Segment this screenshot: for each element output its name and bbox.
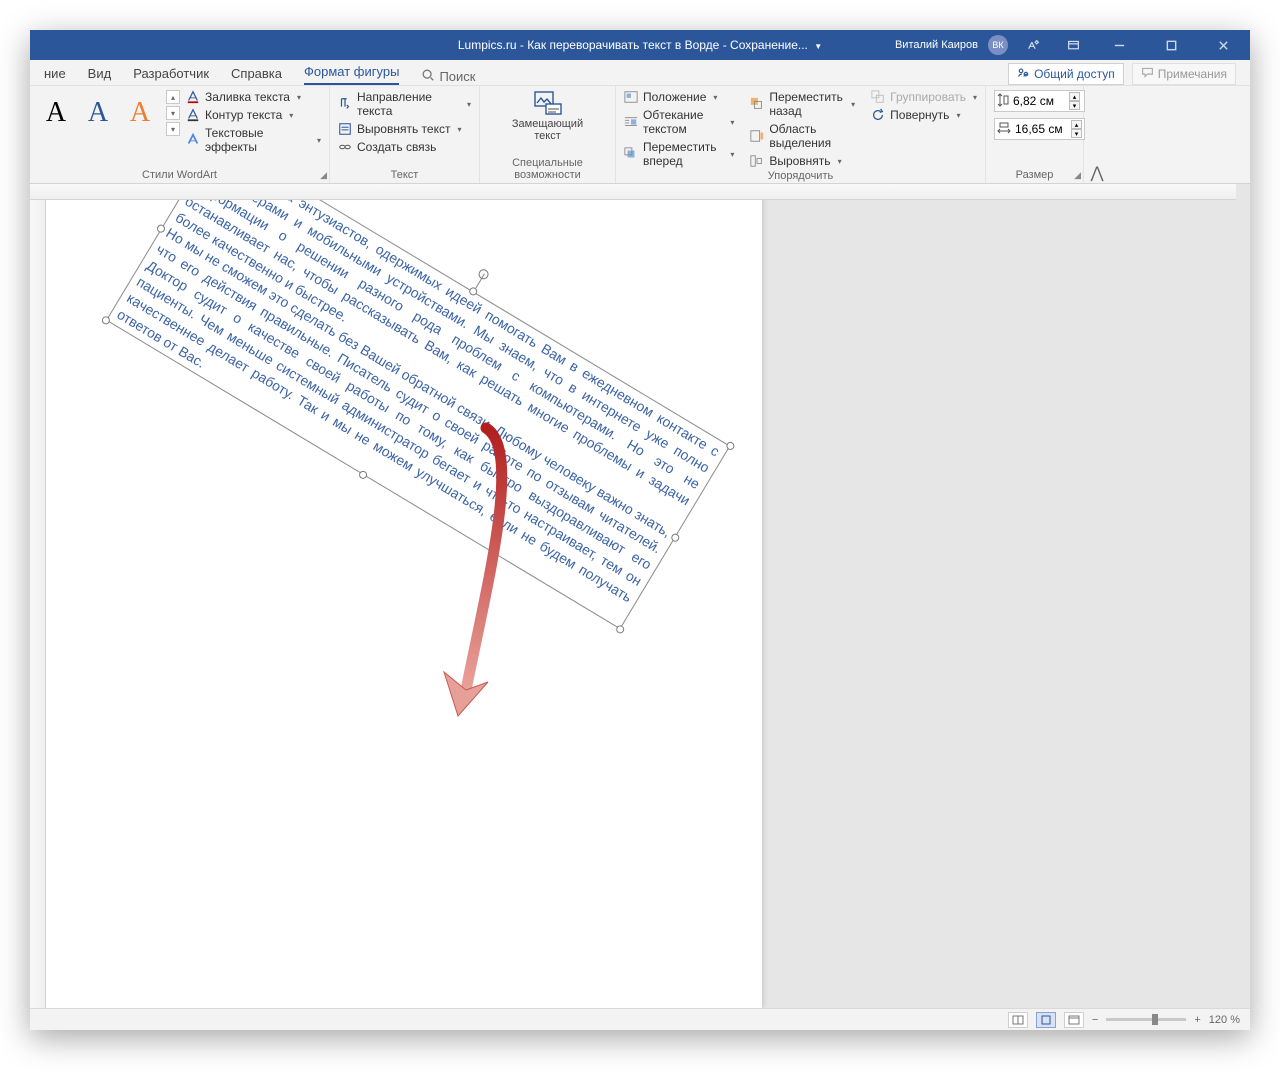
- tab-shape-format[interactable]: Формат фигуры: [304, 62, 399, 85]
- position-icon: [624, 90, 638, 104]
- ribbon-display-icon[interactable]: [1058, 30, 1088, 60]
- send-backward-button[interactable]: Переместить назад▾: [750, 90, 855, 118]
- resize-handle-b[interactable]: [358, 469, 369, 480]
- resize-handle-tr[interactable]: [725, 440, 736, 451]
- close-button[interactable]: [1202, 30, 1244, 60]
- text-outline-icon: [186, 108, 200, 122]
- resize-handle-br[interactable]: [615, 624, 626, 635]
- wrap-text-button[interactable]: Обтекание текстом▾: [624, 108, 734, 136]
- zoom-in-icon[interactable]: +: [1194, 1014, 1200, 1026]
- spin-down-icon[interactable]: ▾: [1071, 129, 1082, 138]
- selection-pane-button[interactable]: Область выделения: [750, 122, 855, 150]
- search-label[interactable]: Поиск: [439, 69, 475, 84]
- resize-handle-l[interactable]: [156, 223, 167, 234]
- group-icon: [871, 90, 885, 104]
- text-effects-icon: [186, 133, 200, 147]
- group-button: Группировать▾: [871, 90, 977, 104]
- bring-forward-icon: [624, 147, 638, 161]
- horizontal-ruler[interactable]: [30, 184, 1236, 200]
- zoom-slider[interactable]: [1106, 1018, 1186, 1021]
- alt-text-icon: [532, 90, 564, 116]
- gallery-more-icon[interactable]: ▾: [166, 122, 180, 136]
- simplify-ribbon-icon[interactable]: [1018, 30, 1048, 60]
- share-icon: [1017, 66, 1030, 82]
- wordart-preset-1[interactable]: A: [38, 91, 74, 135]
- resize-handle-bl[interactable]: [101, 315, 112, 326]
- wordart-dialog-launcher-icon[interactable]: ◢: [320, 170, 327, 181]
- avatar[interactable]: ВК: [988, 35, 1008, 55]
- zoom-level[interactable]: 120 %: [1209, 1014, 1240, 1026]
- spin-up-icon[interactable]: ▴: [1069, 92, 1080, 101]
- create-link-icon: [338, 140, 352, 154]
- print-layout-icon[interactable]: [1036, 1012, 1056, 1028]
- spin-up-icon[interactable]: ▴: [1071, 120, 1082, 129]
- text-fill-button[interactable]: Заливка текста▾: [186, 90, 321, 104]
- text-outline-button[interactable]: Контур текста▾: [186, 108, 321, 122]
- ribbon-tabs: ние Вид Разработчик Справка Формат фигур…: [30, 60, 1250, 86]
- accessibility-group-label: Специальные возможности: [488, 155, 607, 181]
- vertical-ruler[interactable]: [30, 200, 46, 1008]
- minimize-button[interactable]: [1098, 30, 1140, 60]
- align-text-button[interactable]: Выровнять текст▾: [338, 122, 471, 136]
- document-area[interactable]: Мы — группа энтузиастов, одержимых идеей…: [30, 184, 1250, 1008]
- rotate-icon: [871, 108, 885, 122]
- tab-help[interactable]: Справка: [231, 64, 282, 85]
- text-box[interactable]: Мы — группа энтузиастов, одержимых идеей…: [106, 200, 730, 629]
- create-link-button[interactable]: Создать связь: [338, 140, 471, 154]
- ribbon: A A A ▴ ▾ ▾ Заливка текста▾ Контур т: [30, 86, 1250, 184]
- user-name[interactable]: Виталий Каиров: [895, 39, 978, 51]
- comment-icon: [1141, 66, 1154, 82]
- send-backward-icon: [750, 97, 764, 111]
- size-dialog-launcher-icon[interactable]: ◢: [1074, 170, 1081, 181]
- align-icon: [750, 154, 764, 168]
- title-bar: Lumpics.ru - Как переворачивать текст в …: [30, 30, 1250, 60]
- read-mode-icon[interactable]: [1008, 1012, 1028, 1028]
- wordart-preset-3[interactable]: A: [122, 91, 158, 135]
- gallery-up-icon[interactable]: ▴: [166, 90, 180, 104]
- alt-text-button[interactable]: Замещающий текст: [503, 90, 593, 142]
- shape-height-input[interactable]: ▴▾: [994, 90, 1085, 112]
- gallery-down-icon[interactable]: ▾: [166, 106, 180, 120]
- position-button[interactable]: Положение▾: [624, 90, 734, 104]
- status-bar: − + 120 %: [30, 1008, 1250, 1030]
- share-button[interactable]: Общий доступ: [1008, 63, 1124, 85]
- wrap-text-icon: [624, 115, 638, 129]
- tab-view[interactable]: Вид: [88, 64, 112, 85]
- text-direction-button[interactable]: Направление текста▾: [338, 90, 471, 118]
- wordart-group-label: Стили WordArt: [38, 167, 321, 181]
- wordart-preset-2[interactable]: A: [80, 91, 116, 135]
- shape-width-input[interactable]: ▴▾: [994, 118, 1085, 140]
- page[interactable]: Мы — группа энтузиастов, одержимых идеей…: [46, 200, 762, 1008]
- web-layout-icon[interactable]: [1064, 1012, 1084, 1028]
- height-icon: [997, 93, 1009, 110]
- text-direction-icon: [338, 97, 352, 111]
- selection-pane-icon: [750, 129, 764, 143]
- collapse-ribbon-icon[interactable]: ⋀: [1084, 86, 1110, 183]
- comments-button[interactable]: Примечания: [1132, 63, 1236, 85]
- size-group-label: Размер: [994, 167, 1075, 181]
- text-group-label: Текст: [338, 167, 471, 181]
- document-title: Lumpics.ru - Как переворачивать текст в …: [458, 38, 808, 52]
- bring-forward-button[interactable]: Переместить вперед▾: [624, 140, 734, 168]
- tab-truncated[interactable]: ние: [44, 64, 66, 85]
- title-dropdown-icon[interactable]: ▼: [814, 42, 822, 51]
- tab-developer[interactable]: Разработчик: [133, 64, 209, 85]
- align-button[interactable]: Выровнять▾: [750, 154, 855, 168]
- search-icon[interactable]: [421, 68, 435, 85]
- width-icon: [997, 122, 1011, 137]
- text-fill-icon: [186, 90, 200, 104]
- arrange-group-label: Упорядочить: [624, 168, 977, 182]
- rotate-button[interactable]: Повернуть▾: [871, 108, 977, 122]
- align-text-icon: [338, 122, 352, 136]
- spin-down-icon[interactable]: ▾: [1069, 101, 1080, 110]
- text-effects-button[interactable]: Текстовые эффекты▾: [186, 126, 321, 154]
- maximize-button[interactable]: [1150, 30, 1192, 60]
- resize-handle-r[interactable]: [670, 532, 681, 543]
- zoom-out-icon[interactable]: −: [1092, 1014, 1098, 1026]
